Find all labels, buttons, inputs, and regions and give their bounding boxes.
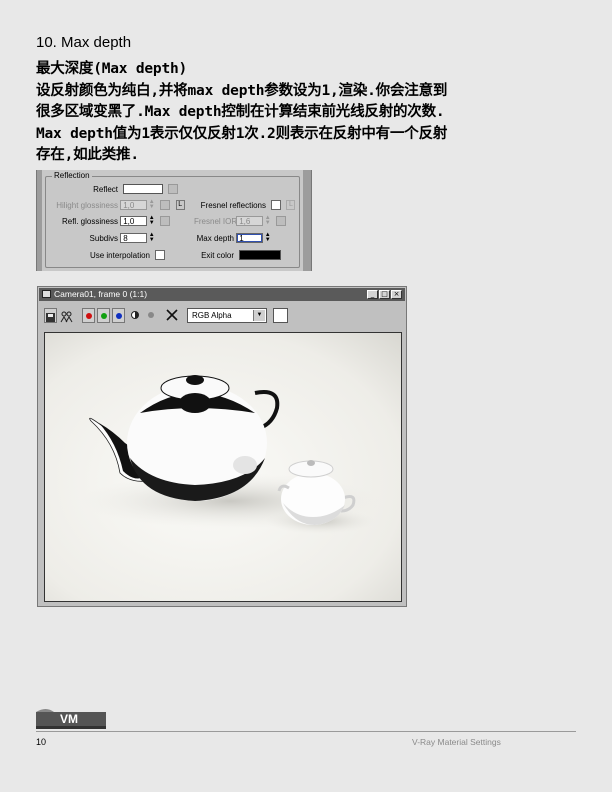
fresnel-reflections-row: Fresnel reflections L [194, 200, 296, 210]
fresnel-reflections-checkbox[interactable] [271, 200, 282, 210]
rollout-right-edge [303, 170, 311, 271]
fresnel-reflections-label: Fresnel reflections [200, 200, 266, 210]
close-button[interactable]: × [391, 290, 402, 299]
spinner-arrows-icon[interactable]: ▲ ▼ [148, 215, 155, 226]
publisher-logo: VM [36, 708, 106, 730]
minimize-button[interactable]: _ [367, 290, 378, 299]
refl-gloss-map-button[interactable] [160, 216, 171, 226]
render-window: Camera01, frame 0 (1:1) _ □ × RGB Alpha … [37, 286, 407, 607]
render-toolbar: RGB Alpha ▼ [39, 305, 405, 327]
save-icon[interactable] [44, 308, 57, 323]
footer-rule [36, 731, 576, 732]
chevron-down-icon: ▼ [253, 310, 265, 321]
spinner-arrows-icon[interactable]: ▲ ▼ [264, 215, 271, 226]
rollout-left-edge [37, 170, 42, 271]
hilight-lock-button[interactable]: L [175, 200, 185, 210]
refl-glossiness-label: Refl. glossiness [61, 216, 118, 226]
refl-glossiness-spinner[interactable]: 1,0 [120, 216, 148, 226]
paragraph-line: 存在,如此类推. [36, 147, 139, 163]
fresnel-ior-label: Fresnel IOR [194, 216, 238, 226]
reflect-map-button[interactable] [168, 184, 179, 194]
blue-channel-button[interactable] [112, 308, 125, 323]
paragraph-heading: 最大深度(Max depth) [36, 61, 188, 77]
page-number: 10 [36, 737, 47, 747]
paragraph-line: 设反射颜色为纯白,并将max depth参数设为1,渲染.你会注意到 [36, 82, 448, 99]
spinner-arrows-icon[interactable]: ▲ ▼ [148, 199, 155, 210]
hilight-glossiness-label: Hilight glossiness [56, 200, 118, 210]
reflect-color-swatch[interactable] [123, 184, 164, 194]
use-interpolation-label: Use interpolation [89, 250, 150, 260]
use-interpolation-row: Use interpolation [56, 250, 166, 260]
reflection-group-label: Reflection [52, 171, 92, 180]
reflect-label: Reflect [93, 184, 118, 194]
section-title: 10. Max depth [36, 34, 132, 51]
clear-icon[interactable] [165, 308, 179, 323]
exit-color-row: Exit color [194, 250, 282, 260]
body-paragraph: 最大深度(Max depth) 设反射颜色为纯白,并将max depth参数设为… [36, 59, 576, 167]
fresnel-ior-row: Fresnel IOR 1,6 ▲ ▼ [194, 215, 287, 226]
paragraph-line: 很多区域变黑了.Max depth控制在计算结束前光线反射的次数. [36, 104, 445, 120]
render-window-title: Camera01, frame 0 (1:1) [54, 289, 148, 299]
max-depth-label: Max depth [196, 233, 234, 243]
fresnel-ior-spinner[interactable]: 1,6 [236, 216, 264, 226]
use-interpolation-checkbox[interactable] [155, 250, 166, 260]
subdivs-label: Subdivs [89, 233, 118, 243]
monochrome-icon[interactable] [129, 308, 141, 323]
hilight-glossiness-row: Hilight glossiness 1,0 ▲ ▼ L [56, 199, 185, 210]
channel-dropdown[interactable]: RGB Alpha ▼ [187, 308, 267, 323]
paragraph-line: Max depth值为1表示仅仅反射1次.2则表示在反射中有一个反射 [36, 125, 448, 142]
render-viewport [44, 332, 402, 602]
max-depth-row: Max depth 1 ▲ ▼ [194, 232, 271, 243]
spinner-arrows-icon[interactable]: ▲ ▼ [148, 232, 155, 243]
green-channel-button[interactable] [97, 308, 110, 323]
exit-color-label: Exit color [201, 250, 234, 260]
reflection-rollout: Reflection Reflect Hilight glossiness 1,… [36, 170, 312, 271]
red-channel-button[interactable] [82, 308, 95, 323]
max-depth-spinner[interactable]: 1 [236, 233, 264, 243]
alpha-channel-icon[interactable] [145, 308, 157, 323]
hilight-glossiness-spinner[interactable]: 1,0 [120, 200, 148, 210]
maximize-button[interactable]: □ [379, 290, 390, 299]
hilight-map-button[interactable] [160, 200, 171, 210]
fresnel-ior-map-button[interactable] [276, 216, 287, 226]
refl-glossiness-row: Refl. glossiness 1,0 ▲ ▼ [56, 215, 171, 226]
channel-value: RGB Alpha [192, 311, 232, 320]
color-swatch[interactable] [273, 308, 288, 323]
reflect-row: Reflect [56, 184, 179, 194]
render-window-titlebar[interactable]: Camera01, frame 0 (1:1) _ □ × [39, 288, 405, 301]
teapot-render-image [45, 333, 401, 601]
footer-title: V-Ray Material Settings [412, 737, 501, 747]
fresnel-lock-button[interactable]: L [286, 200, 296, 210]
subdivs-row: Subdivs 8 ▲ ▼ [56, 232, 155, 243]
spinner-arrows-icon[interactable]: ▲ ▼ [264, 232, 271, 243]
logo-text: VM [60, 712, 78, 726]
clone-icon[interactable] [60, 308, 73, 323]
reflection-group: Reflection Reflect Hilight glossiness 1,… [45, 171, 300, 268]
window-app-icon [42, 290, 51, 298]
exit-color-swatch[interactable] [239, 250, 282, 260]
subdivs-spinner[interactable]: 8 [120, 233, 148, 243]
